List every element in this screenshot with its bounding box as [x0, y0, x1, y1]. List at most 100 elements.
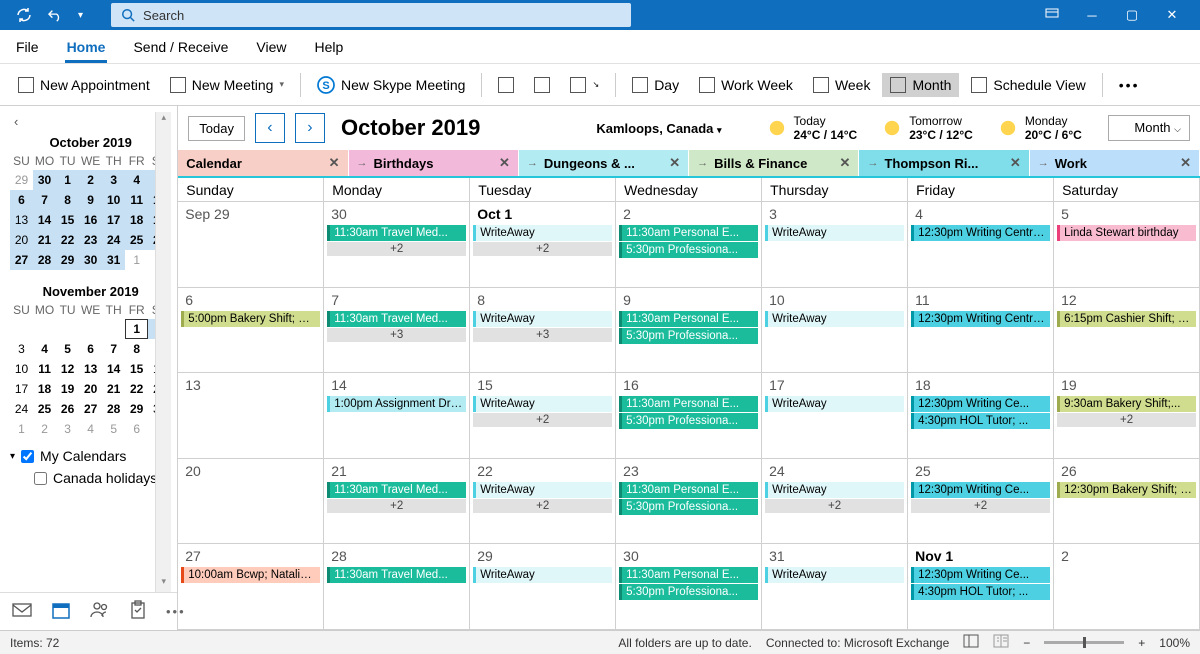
minical-day-cell[interactable]: 18	[125, 210, 148, 230]
minical-day-cell[interactable]: 6	[125, 419, 148, 439]
minical-day-cell[interactable]: 31	[102, 250, 125, 270]
event[interactable]: WriteAway	[765, 482, 904, 498]
event[interactable]: 12:30pm Bakery Shift; Save-On-Foods	[1057, 482, 1196, 498]
minical-day-cell[interactable]: 13	[79, 359, 102, 379]
minical-day-cell[interactable]: 3	[56, 419, 79, 439]
zoom-slider[interactable]	[1044, 641, 1124, 644]
zoom-in-button[interactable]: +	[1138, 636, 1145, 650]
day-cell[interactable]: 2710:00am Bcwp; Natalie Stewart	[178, 544, 324, 629]
day-cell[interactable]: 8WriteAway+3	[470, 288, 616, 373]
more-events[interactable]: +2	[473, 413, 612, 427]
day-cell[interactable]: 31WriteAway	[762, 544, 908, 629]
calendar-tab[interactable]: →Dungeons & ...✕	[519, 150, 689, 176]
view-selector[interactable]: Month ⌵	[1108, 115, 1190, 141]
minical-day-cell[interactable]: 9	[79, 190, 102, 210]
minical-day-cell[interactable]: 27	[79, 399, 102, 419]
minical-day-cell[interactable]: 25	[125, 230, 148, 250]
event[interactable]: WriteAway	[473, 567, 612, 583]
event[interactable]: WriteAway	[473, 311, 612, 327]
event[interactable]: 10:00am Bcwp; Natalie Stewart	[181, 567, 320, 583]
minical-day-cell[interactable]: 6	[10, 190, 33, 210]
weather-location[interactable]: Kamloops, Canada ▾	[596, 121, 721, 136]
minical-day-cell[interactable]: 1	[56, 170, 79, 190]
ribbon-display-icon[interactable]	[1032, 8, 1072, 23]
event[interactable]: 11:30am Personal E...	[619, 482, 758, 498]
day-cell[interactable]: 2512:30pm Writing Ce...+2	[908, 459, 1054, 544]
event[interactable]: 11:30am Travel Med...	[327, 567, 466, 583]
week-view-button[interactable]: Week	[805, 73, 879, 97]
event[interactable]: 11:30am Personal E...	[619, 225, 758, 241]
minical-day-cell[interactable]: 23	[79, 230, 102, 250]
close-icon[interactable]: ✕	[1010, 155, 1021, 171]
day-cell[interactable]: 1112:30pm Writing Centre; OM 1411	[908, 288, 1054, 373]
weather-day[interactable]: Monday20°C / 6°C	[999, 114, 1082, 142]
minical-day-cell[interactable]: 7	[33, 190, 56, 210]
minical-day-cell[interactable]: 29	[10, 170, 33, 190]
mail-icon[interactable]	[12, 602, 32, 621]
menu-send-receive[interactable]: Send / Receive	[131, 33, 230, 63]
event[interactable]: 11:30am Travel Med...	[327, 311, 466, 327]
day-cell[interactable]: 10WriteAway	[762, 288, 908, 373]
minical-day-cell[interactable]: 18	[33, 379, 56, 399]
event[interactable]: 12:30pm Writing Ce...	[911, 396, 1050, 412]
minical-day-cell[interactable]: 30	[33, 170, 56, 190]
day-cell[interactable]: 5Linda Stewart birthday	[1054, 202, 1200, 287]
day-cell[interactable]: 199:30am Bakery Shift;...+2	[1054, 373, 1200, 458]
minical-day-cell[interactable]: 26	[56, 399, 79, 419]
nav-scrollbar[interactable]: ▴▾	[155, 112, 171, 592]
minical-day-cell[interactable]	[33, 319, 56, 339]
minical-day-cell[interactable]: 10	[102, 190, 125, 210]
minical-day-cell[interactable]	[102, 319, 125, 339]
close-icon[interactable]: ✕	[1180, 155, 1191, 171]
my-calendars-checkbox[interactable]	[21, 450, 34, 463]
minical-day-cell[interactable]: 2	[33, 419, 56, 439]
more-events[interactable]: +2	[473, 242, 612, 256]
day-cell[interactable]: 29WriteAway	[470, 544, 616, 629]
day-cell[interactable]: 22WriteAway+2	[470, 459, 616, 544]
minical-day-cell[interactable]: 20	[10, 230, 33, 250]
day-cell[interactable]: 2811:30am Travel Med...	[324, 544, 470, 629]
day-cell[interactable]: 126:15pm Cashier Shift; Save-On-Foods	[1054, 288, 1200, 373]
close-button[interactable]: ✕	[1152, 7, 1192, 23]
day-cell[interactable]: 65:00pm Bakery Shift; Save-On-Foods	[178, 288, 324, 373]
day-cell[interactable]: 2311:30am Personal E...5:30pm Profession…	[616, 459, 762, 544]
ribbon-grp1-button[interactable]	[490, 73, 522, 97]
calendar-icon[interactable]	[52, 601, 70, 622]
minical-day-cell[interactable]: 22	[56, 230, 79, 250]
menu-file[interactable]: File	[14, 33, 41, 63]
minical-day-cell[interactable]: 4	[79, 419, 102, 439]
weather-day[interactable]: Tomorrow23°C / 12°C	[883, 114, 973, 142]
event[interactable]: 11:30am Personal E...	[619, 311, 758, 327]
day-cell[interactable]: Sep 29	[178, 202, 324, 287]
more-events[interactable]: +2	[473, 499, 612, 513]
minical-day-cell[interactable]: 14	[102, 359, 125, 379]
event[interactable]: 4:30pm HOL Tutor; ...	[911, 584, 1050, 600]
minical-day-cell[interactable]: 21	[33, 230, 56, 250]
more-events[interactable]: +3	[473, 328, 612, 342]
event[interactable]: WriteAway	[473, 396, 612, 412]
minical-day-cell[interactable]: 15	[56, 210, 79, 230]
minical-day-cell[interactable]: 13	[10, 210, 33, 230]
event[interactable]: 1:00pm Assignment DraftAdjust Mic Settin…	[327, 396, 466, 412]
next-month-button[interactable]: ›	[295, 113, 325, 143]
day-cell[interactable]: 3011:30am Personal E...5:30pm Profession…	[616, 544, 762, 629]
minical-day-cell[interactable]: 28	[33, 250, 56, 270]
event[interactable]: 11:30am Travel Med...	[327, 482, 466, 498]
day-cell[interactable]: 2	[1054, 544, 1200, 629]
day-cell[interactable]: 20	[178, 459, 324, 544]
event[interactable]: 6:15pm Cashier Shift; Save-On-Foods	[1057, 311, 1196, 327]
minical-day-cell[interactable]: 14	[33, 210, 56, 230]
event[interactable]: 12:30pm Writing Centre; OM 1411	[911, 225, 1050, 241]
day-cell[interactable]: 1812:30pm Writing Ce...4:30pm HOL Tutor;…	[908, 373, 1054, 458]
minical-day-cell[interactable]: 8	[125, 339, 148, 359]
event[interactable]: WriteAway	[473, 225, 612, 241]
day-cell[interactable]: 412:30pm Writing Centre; OM 1411	[908, 202, 1054, 287]
minical-day-cell[interactable]: 25	[33, 399, 56, 419]
more-events[interactable]: +2	[911, 499, 1050, 513]
minical-day-cell[interactable]: 2	[79, 170, 102, 190]
close-icon[interactable]: ✕	[329, 155, 340, 171]
minical-day-cell[interactable]	[79, 319, 102, 339]
people-icon[interactable]	[90, 601, 110, 622]
calendar-tab[interactable]: →Thompson Ri...✕	[859, 150, 1029, 176]
minical-day-cell[interactable]: 22	[125, 379, 148, 399]
